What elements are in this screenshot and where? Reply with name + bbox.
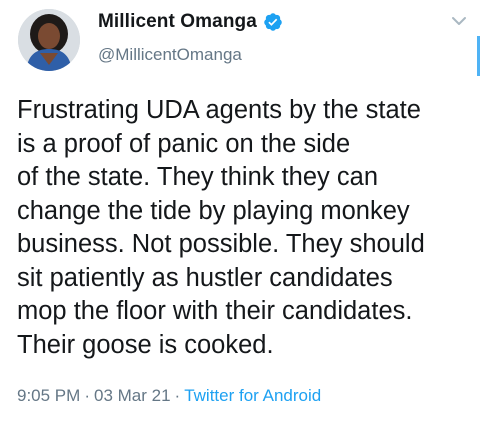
tweet-card: Millicent Omanga @MillicentOmanga Frustr… <box>0 0 480 429</box>
meta-separator: · <box>174 386 181 405</box>
tweet-text-line: sit patiently as hustler candidates <box>17 263 393 292</box>
verified-badge-icon <box>263 12 283 32</box>
tweet-text-line: Frustrating UDA agents by the state <box>17 96 421 124</box>
tweet-source-link[interactable]: Twitter for Android <box>184 386 321 405</box>
name-row: Millicent Omanga <box>98 11 283 33</box>
chevron-down-icon[interactable] <box>449 14 469 28</box>
tweet-date[interactable]: 03 Mar 21 <box>94 386 171 405</box>
tweet-text-line: business. Not possible. They should <box>17 230 425 258</box>
meta-separator: · <box>84 386 90 405</box>
tweet-meta: 9:05 PM · 03 Mar 21 · Twitter for Android <box>17 386 321 406</box>
tweet-text-line: of the state. They think they can <box>17 163 378 191</box>
avatar[interactable] <box>18 9 80 71</box>
avatar-photo <box>18 9 80 71</box>
tweet-text-line: is a proof of panic on the side <box>17 129 351 158</box>
user-handle[interactable]: @MillicentOmanga <box>98 45 242 65</box>
tweet-time[interactable]: 9:05 PM <box>17 386 80 405</box>
tweet-text-line: Their goose is cooked. <box>17 330 274 359</box>
tweet-text-line: change the tide by playing monkey <box>17 196 410 225</box>
tweet-text: Frustrating UDA agents by the state is a… <box>17 94 477 362</box>
tweet-text-line: mop the floor with their candidates. <box>17 297 413 325</box>
display-name[interactable]: Millicent Omanga <box>98 11 257 33</box>
